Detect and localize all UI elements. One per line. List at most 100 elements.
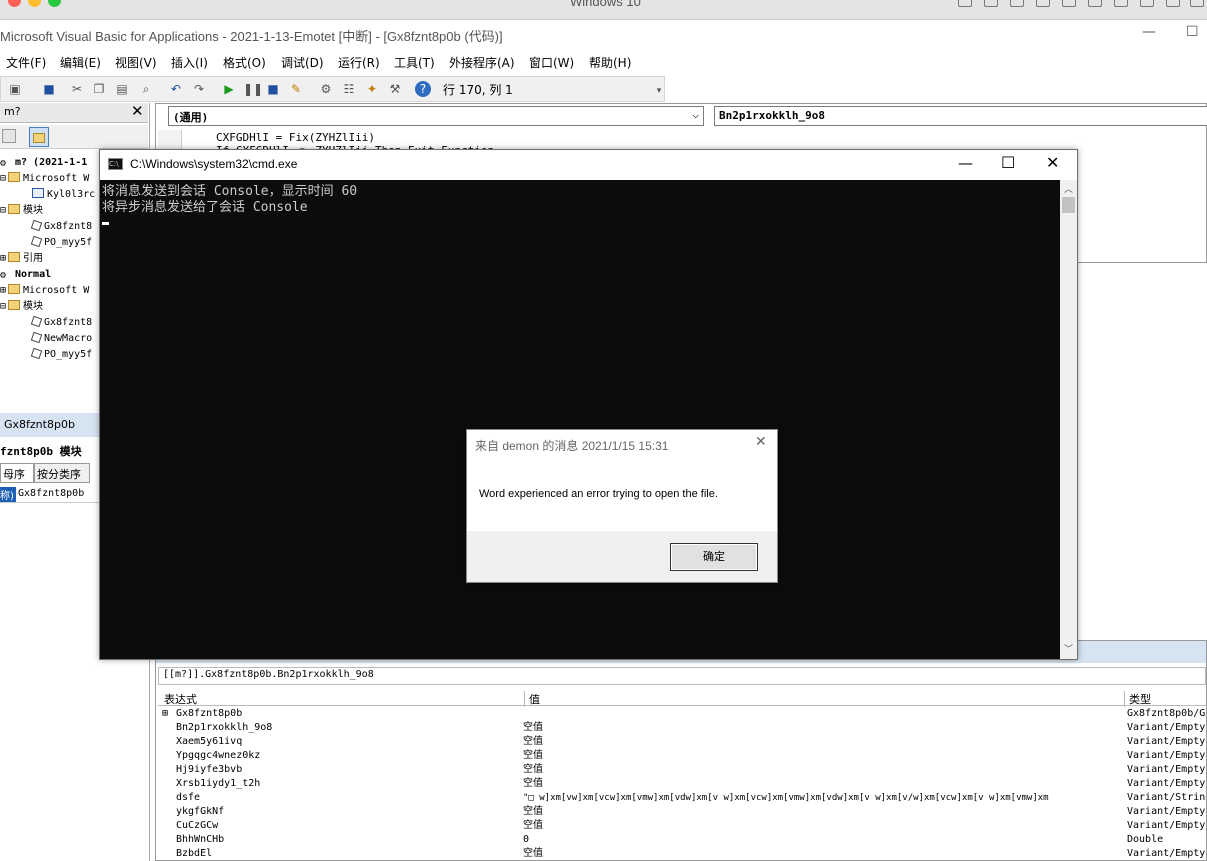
- expand-icon[interactable]: ⊞: [0, 253, 6, 264]
- menu-help[interactable]: 帮助(H): [589, 54, 631, 71]
- collapse-icon[interactable]: ⊟: [0, 205, 6, 216]
- tray-icon[interactable]: [1010, 0, 1024, 7]
- scroll-down-icon[interactable]: ﹀: [1064, 642, 1073, 655]
- column-value[interactable]: 值: [524, 691, 540, 707]
- zoom-traffic-light[interactable]: [48, 0, 61, 7]
- collapse-icon[interactable]: ⊟: [0, 301, 6, 312]
- menu-format[interactable]: 格式(O): [223, 54, 266, 71]
- menu-debug[interactable]: 调试(D): [281, 54, 324, 71]
- column-expression[interactable]: 表达式: [164, 691, 197, 707]
- menu-window[interactable]: 窗口(W): [529, 54, 574, 71]
- properties-object[interactable]: fznt8p0b 模块: [0, 443, 82, 459]
- minimize-traffic-light[interactable]: [28, 0, 41, 7]
- watch-row[interactable]: CuCzGCw 空值 Variant/Empty: [158, 819, 1206, 833]
- tree-item[interactable]: ⊞ 引用: [0, 251, 43, 267]
- cmd-titlebar[interactable]: C:\ C:\Windows\system32\cmd.exe — ☐ ✕: [100, 150, 1077, 180]
- tray-icon[interactable]: [1036, 0, 1050, 7]
- expand-icon[interactable]: ⊞: [0, 285, 6, 296]
- tree-item[interactable]: Gx8fznt8: [30, 315, 92, 331]
- object-browser-icon[interactable]: ✦: [364, 81, 380, 97]
- maximize-icon[interactable]: ☐: [1001, 153, 1015, 172]
- tray-icon[interactable]: [1140, 0, 1154, 7]
- properties-window-icon[interactable]: ☷: [341, 81, 357, 97]
- watch-row[interactable]: Xaem5y61ivq 空值 Variant/Empty: [158, 735, 1206, 749]
- tree-item[interactable]: ⊟ 模块: [0, 299, 43, 315]
- tree-item[interactable]: ⊟ 模块: [0, 203, 43, 219]
- menu-insert[interactable]: 插入(I): [171, 54, 208, 71]
- tab-alphabetic[interactable]: 母序: [0, 463, 34, 483]
- close-icon[interactable]: ✕: [131, 102, 144, 120]
- watch-row[interactable]: ykgfGkNf 空值 Variant/Empty: [158, 805, 1206, 819]
- watch-row[interactable]: dsfe "□ w]xm[vw]xm[vcw]xm[vmw]xm[vdw]xm[v…: [158, 791, 1206, 805]
- tree-item[interactable]: ⚙ Normal: [0, 267, 51, 283]
- project-explorer-icon[interactable]: ⚙: [318, 81, 334, 97]
- close-traffic-light[interactable]: [8, 0, 21, 7]
- cut-icon[interactable]: ✂: [69, 81, 85, 97]
- tree-item[interactable]: Kyl0l3rc: [32, 187, 95, 203]
- menu-file[interactable]: 文件(F): [6, 54, 46, 71]
- maximize-icon[interactable]: ☐: [1186, 24, 1199, 40]
- tree-item[interactable]: NewMacro: [30, 331, 92, 347]
- design-mode-icon[interactable]: ✎: [288, 81, 304, 97]
- tray-icon[interactable]: [1062, 0, 1076, 7]
- reset-icon[interactable]: ■: [265, 81, 281, 97]
- expand-icon[interactable]: ⊞: [162, 707, 168, 721]
- object-combo[interactable]: (通用) ⌵: [168, 106, 704, 126]
- copy-icon[interactable]: ❐: [91, 81, 107, 97]
- minimize-icon[interactable]: —: [1142, 24, 1156, 40]
- menu-view[interactable]: 视图(V): [115, 54, 157, 71]
- view-code-icon[interactable]: [2, 129, 16, 143]
- toggle-folders-icon[interactable]: [29, 127, 49, 147]
- close-icon[interactable]: ✕: [755, 434, 767, 450]
- scroll-thumb[interactable]: [1062, 197, 1075, 213]
- run-icon[interactable]: ▶: [221, 81, 237, 97]
- paste-icon[interactable]: ▤: [114, 81, 130, 97]
- tray-icon[interactable]: [1088, 0, 1102, 7]
- redo-icon[interactable]: ↷: [191, 81, 207, 97]
- watch-row[interactable]: BhhWnCHb 0 Double: [158, 833, 1206, 847]
- toolbar-options-icon[interactable]: ▾: [651, 83, 667, 99]
- tray-icon[interactable]: [958, 0, 972, 7]
- procedure-combo[interactable]: Bn2p1rxokklh_9o8: [714, 106, 1207, 126]
- watch-row[interactable]: ⊞ Gx8fznt8p0b Gx8fznt8p0b/Gx: [158, 707, 1206, 721]
- toolbox-icon[interactable]: ⚒: [387, 81, 403, 97]
- menu-tools[interactable]: 工具(T): [394, 54, 435, 71]
- tab-categorized[interactable]: 按分类序: [34, 463, 90, 483]
- tree-item[interactable]: Gx8fznt8: [30, 219, 92, 235]
- watch-value: 空值: [523, 820, 543, 831]
- find-icon[interactable]: ⌕: [138, 81, 154, 97]
- collapse-icon[interactable]: ⊟: [0, 173, 6, 184]
- view-excel-icon[interactable]: ▣: [7, 81, 23, 97]
- watch-row[interactable]: Bn2p1rxokklh_9o8 空值 Variant/Empty: [158, 721, 1206, 735]
- tree-item[interactable]: ⚙ m? (2021-1-1: [0, 155, 87, 171]
- tray-icon[interactable]: [984, 0, 998, 7]
- watch-row[interactable]: BzbdEl 空值 Variant/Empty: [158, 847, 1206, 861]
- tree-item[interactable]: PO_myy5f: [30, 347, 92, 363]
- tree-item[interactable]: ⊟ Microsoft W: [0, 171, 89, 187]
- close-icon[interactable]: ✕: [1046, 153, 1059, 172]
- tray-icon[interactable]: [1190, 0, 1204, 7]
- watch-row[interactable]: Xrsb1iydy1_t2h 空值 Variant/Empty: [158, 777, 1206, 791]
- chevron-down-icon[interactable]: ⌵: [692, 108, 699, 121]
- menu-run[interactable]: 运行(R): [338, 54, 380, 71]
- scroll-up-icon[interactable]: ︿: [1064, 182, 1073, 195]
- watch-row[interactable]: Hj9iyfe3bvb 空值 Variant/Empty: [158, 763, 1206, 777]
- undo-icon[interactable]: ↶: [168, 81, 184, 97]
- menu-edit[interactable]: 编辑(E): [60, 54, 101, 71]
- tree-item[interactable]: PO_myy5f: [30, 235, 92, 251]
- tree-item[interactable]: ⊞ Microsoft W: [0, 283, 89, 299]
- column-type[interactable]: 类型: [1124, 691, 1151, 707]
- watch-row[interactable]: Ypgqgc4wnez0kz 空值 Variant/Empty: [158, 749, 1206, 763]
- save-icon[interactable]: ■: [41, 81, 57, 97]
- help-icon[interactable]: ?: [415, 81, 431, 97]
- property-value[interactable]: Gx8fznt8p0b: [18, 488, 84, 499]
- break-icon[interactable]: ❚❚: [243, 81, 263, 97]
- ok-button[interactable]: 确定: [670, 543, 758, 571]
- cmd-console[interactable]: 将消息发送到会话 Console，显示时间 60 将异步消息发送给了会话 Con…: [100, 180, 1060, 659]
- tray-icon[interactable]: [1166, 0, 1180, 7]
- cmd-scrollbar[interactable]: ︿ ﹀: [1060, 180, 1077, 659]
- minimize-icon[interactable]: —: [958, 154, 973, 172]
- tray-icon[interactable]: [1114, 0, 1128, 7]
- code-line[interactable]: CXFGDHlI = Fix(ZYHZlIii): [216, 131, 375, 144]
- menu-addins[interactable]: 外接程序(A): [449, 54, 515, 71]
